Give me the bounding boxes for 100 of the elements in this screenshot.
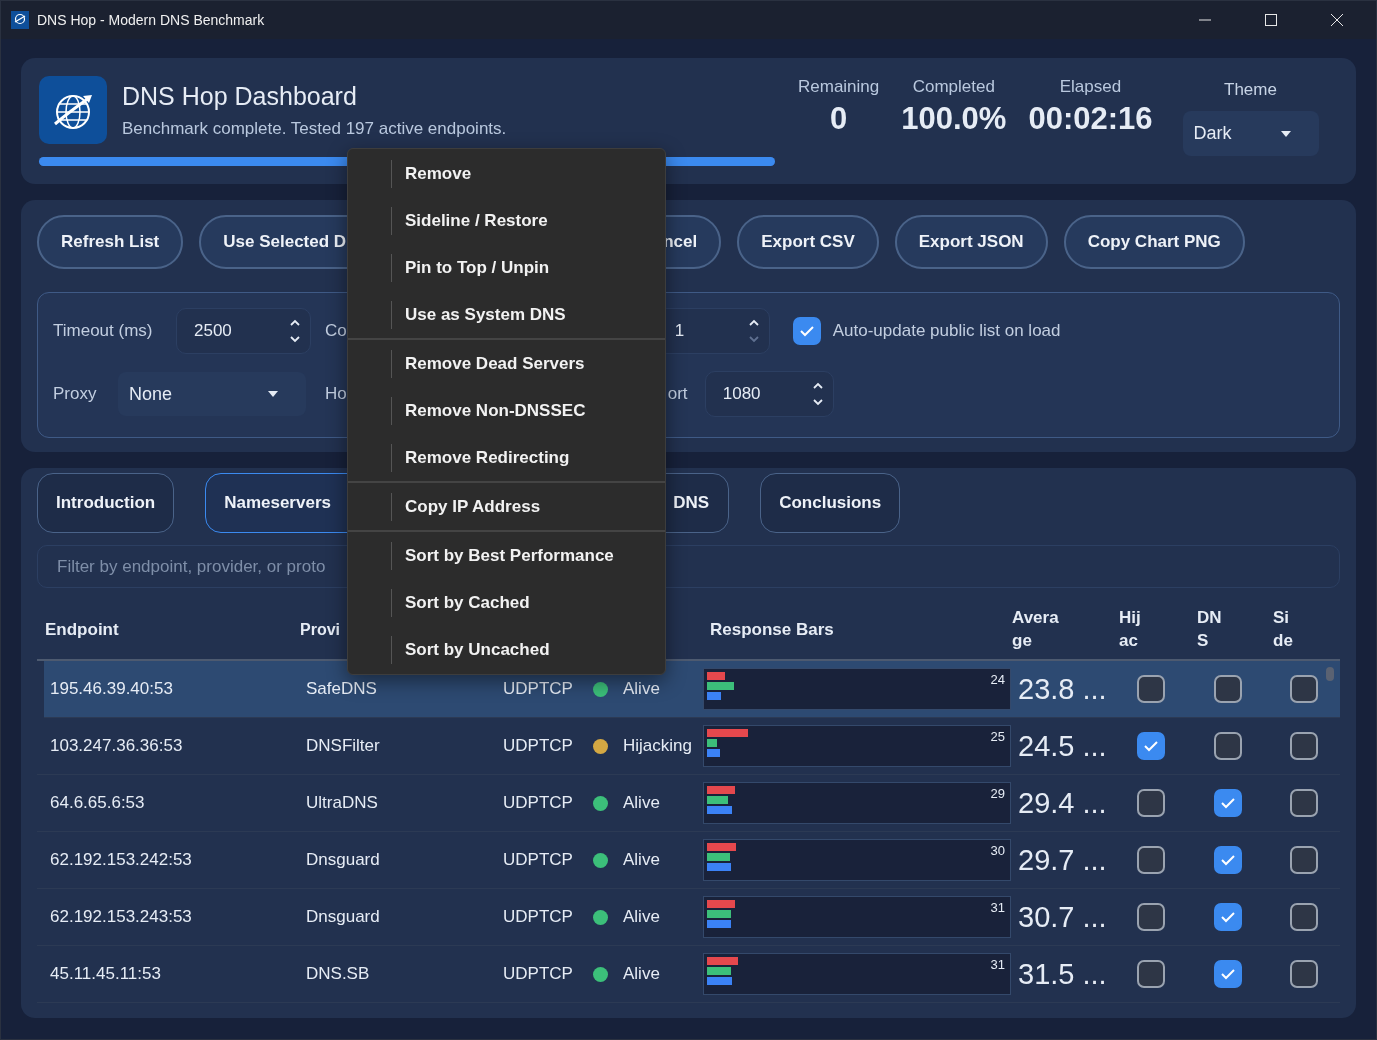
checkbox[interactable] [1214, 732, 1242, 760]
chevron-up-icon[interactable] [748, 319, 759, 326]
table-row[interactable]: 45.11.45.11:53 DNS.SB UDPTCP Alive 31 31.5 ... [37, 946, 1340, 1003]
checkmark-icon[interactable] [798, 325, 815, 337]
checkbox[interactable] [1290, 846, 1318, 874]
bar-value: 25 [990, 729, 1005, 746]
field-label: ort [666, 384, 689, 404]
menu-item[interactable]: Copy IP Address [348, 483, 665, 530]
status-text: Alive [623, 850, 660, 870]
field-label: Timeout (ms) [53, 321, 154, 341]
table-row[interactable]: 195.46.39.40:53 SafeDNS UDPTCP Alive 24 23.8 ... [44, 661, 1340, 718]
proxy-dropdown[interactable]: None [118, 372, 306, 416]
tab[interactable]: Conclusions [760, 473, 901, 533]
stat-value: 0 [830, 101, 848, 137]
checkbox[interactable] [792, 317, 821, 345]
provider-cell-text: Dnsguard [305, 907, 381, 927]
average-cell-text: 29.7 ... [1017, 843, 1108, 877]
table-row[interactable]: 62.192.153.242:53 Dnsguard UDPTCP Alive 30 29.7 ... [37, 832, 1340, 889]
globe-logo-icon [39, 76, 107, 144]
table-row[interactable]: 103.247.36.36:53 DNSFilter UDPTCP Hijacking 25 24.5 ... [37, 718, 1340, 775]
protocol-cell-text: UDPTCP [502, 964, 574, 984]
close-icon[interactable] [1331, 14, 1343, 26]
chevron-up-icon[interactable] [812, 382, 823, 389]
checkbox[interactable] [1214, 846, 1242, 874]
menu-item[interactable]: Sideline / Restore [348, 197, 665, 244]
endpoint-cell-text: 64.6.65.6:53 [49, 793, 146, 813]
checkbox[interactable] [1290, 732, 1318, 760]
checkbox[interactable] [1137, 960, 1165, 988]
theme-dropdown[interactable]: Dark [1182, 111, 1319, 156]
checkbox[interactable] [1290, 903, 1318, 931]
app-icon [11, 11, 29, 29]
menu-item[interactable]: Remove [348, 150, 665, 197]
toolbar-button[interactable]: Copy Chart PNG [1063, 215, 1245, 269]
table-row[interactable]: 62.192.153.243:53 Dnsguard UDPTCP Alive 31 30.7 ... [37, 889, 1340, 946]
column-header: Average [1012, 607, 1060, 652]
port-field[interactable]: 1080 [704, 371, 834, 417]
checkbox[interactable] [1214, 903, 1242, 931]
endpoint-cell-text: 62.192.153.243:53 [49, 907, 193, 927]
table-row[interactable]: 64.6.65.6:53 UltraDNS UDPTCP Alive 29 29.4 ... [37, 775, 1340, 832]
maximize-icon[interactable] [1265, 14, 1277, 26]
scrollbar-thumb[interactable] [1326, 667, 1334, 681]
provider-cell-text: DNSFilter [305, 736, 381, 756]
toolbar-button[interactable]: Export JSON [894, 215, 1048, 269]
provider-cell-text: DNS.SB [305, 964, 371, 984]
menu-item[interactable]: Remove Non-DNSSEC [348, 387, 665, 434]
checkbox[interactable] [1290, 789, 1318, 817]
checkbox[interactable] [1137, 675, 1165, 703]
status-text: Alive [623, 964, 660, 984]
provider-cell-text: Dnsguard [305, 850, 381, 870]
protocol-cell-text: UDPTCP [502, 793, 574, 813]
field-label: Proxy [53, 384, 98, 404]
column-header: Endpoint [44, 619, 120, 640]
menu-item[interactable]: Pin to Top / Unpin [348, 244, 665, 291]
column-header: Hijac [1119, 607, 1142, 652]
checkbox[interactable] [1137, 903, 1165, 931]
column-header: Provi [300, 620, 341, 639]
average-cell-text: 30.7 ... [1017, 900, 1108, 934]
checkbox[interactable] [1214, 675, 1242, 703]
stat-value: 00:02:16 [1028, 101, 1153, 137]
protocol-cell-text: UDPTCP [502, 850, 574, 870]
bar-value: 31 [990, 957, 1005, 974]
endpoint-cell-text: 195.46.39.40:53 [49, 679, 174, 699]
protocol-cell-text: UDPTCP [502, 679, 574, 699]
toolbar-button[interactable]: Refresh List [37, 215, 184, 269]
stat-label: Completed [912, 77, 995, 97]
tab[interactable]: Introduction [37, 473, 175, 533]
checkmark-icon[interactable] [1220, 968, 1236, 980]
checkbox[interactable] [1137, 732, 1165, 760]
bar-value: 24 [990, 672, 1005, 689]
checkbox[interactable] [1137, 789, 1165, 817]
endpoint-cell-text: 103.247.36.36:53 [49, 736, 184, 756]
status-text: Benchmark complete. Tested 197 active endpoints. [122, 118, 507, 139]
window-title: DNS Hop - Modern DNS Benchmark [37, 12, 265, 28]
field-label: Ho [325, 384, 347, 404]
bar-value: 31 [990, 900, 1005, 917]
checkbox[interactable] [1214, 960, 1242, 988]
toolbar-button[interactable]: Export CSV [737, 215, 879, 269]
theme-label: Theme [1224, 80, 1277, 100]
checkmark-icon[interactable] [1220, 797, 1236, 809]
caret-icon[interactable] [268, 391, 278, 397]
average-cell-text: 29.4 ... [1017, 786, 1108, 820]
average-cell-text: 24.5 ... [1017, 729, 1108, 763]
checkmark-icon[interactable] [1143, 740, 1159, 752]
checkbox[interactable] [1290, 960, 1318, 988]
bar-value: 29 [990, 786, 1005, 803]
checkbox[interactable] [1214, 789, 1242, 817]
checkbox[interactable] [1290, 675, 1318, 703]
checkbox[interactable] [1137, 846, 1165, 874]
average-cell-text: 31.5 ... [1017, 957, 1108, 991]
status-text: Hijacking [623, 736, 692, 756]
checkmark-icon[interactable] [1220, 854, 1236, 866]
field-label: Co [325, 321, 347, 341]
checkbox-label: Auto-update public list on load [832, 321, 1061, 341]
checkmark-icon[interactable] [1220, 911, 1236, 923]
stat-value: 100.0% [901, 101, 1007, 137]
chevron-up-icon[interactable] [290, 319, 300, 326]
provider-cell-text: SafeDNS [305, 679, 378, 699]
caret-icon[interactable] [1280, 130, 1291, 137]
average-cell-text: 23.8 ... [1017, 672, 1108, 706]
timeout-field[interactable]: 2500 [176, 308, 311, 354]
